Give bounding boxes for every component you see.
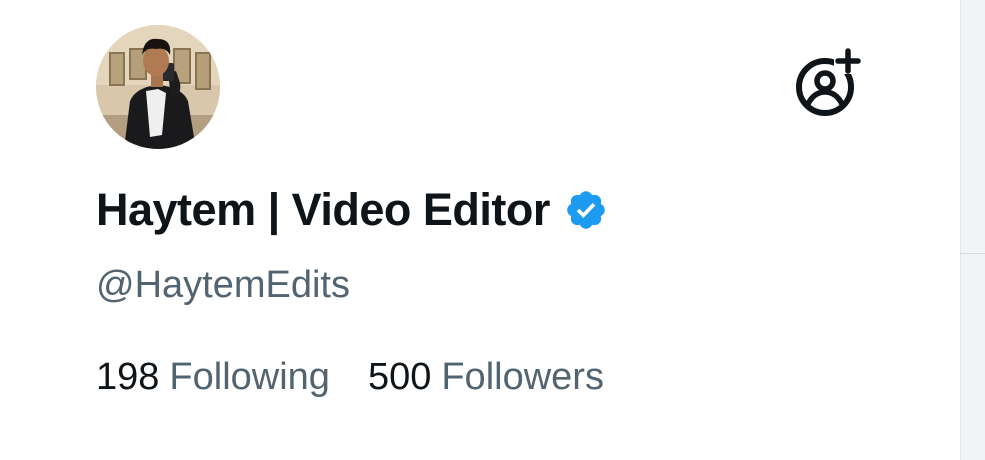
followers-label: Followers — [441, 356, 604, 398]
following-link[interactable]: 198 Following — [96, 356, 330, 399]
following-count: 198 — [96, 356, 160, 398]
followers-count: 500 — [367, 356, 432, 398]
followers-link[interactable]: 500 Followers — [368, 356, 604, 399]
profile-card: Haytem | Video Editor @HaytemEdits 198 F… — [0, 0, 960, 460]
name-row: Haytem | Video Editor — [96, 183, 608, 237]
profile-stats: 198 Following 500 Followers — [96, 356, 604, 399]
profile-photo — [96, 25, 220, 149]
avatar[interactable] — [96, 25, 220, 149]
following-label: Following — [169, 356, 330, 398]
user-handle: @HaytemEdits — [96, 264, 350, 306]
display-name: Haytem | Video Editor — [96, 184, 550, 235]
add-user-icon — [796, 48, 862, 116]
scrollbar[interactable] — [960, 0, 985, 460]
verified-badge-icon[interactable] — [564, 188, 608, 232]
scrollbar-divider — [961, 253, 985, 254]
follow-button[interactable] — [790, 46, 864, 120]
